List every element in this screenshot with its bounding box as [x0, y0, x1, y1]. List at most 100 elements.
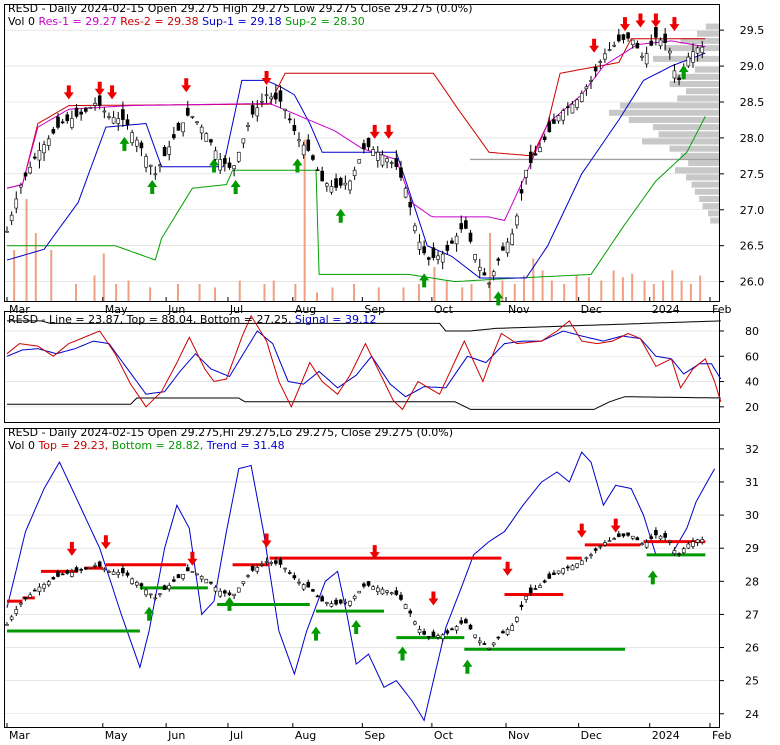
price-candle: [287, 118, 292, 121]
price-candle: [311, 155, 315, 160]
bands-candle: [362, 583, 366, 587]
sell-arrow: [589, 38, 600, 53]
sell-arrow: [650, 13, 661, 28]
bands-candle: [74, 567, 79, 572]
volume-profile-bar: [675, 73, 719, 80]
bands-candle: [329, 603, 334, 607]
bands-candle: [199, 576, 204, 580]
price-candle: [121, 109, 125, 120]
stock-chart: 29.5 29.0 28.5 28.0 27.5 27.0 26.5 26.0 Mar May J…: [4, 2, 765, 742]
price-candle: [301, 144, 306, 156]
trend-line-path: [6, 451, 716, 722]
price-candle: [97, 95, 102, 106]
price-candle: [297, 139, 301, 142]
bands-candle: [306, 581, 311, 588]
bands-candle: [528, 587, 533, 594]
bands-candle: [413, 621, 417, 625]
volume-bar: [353, 284, 356, 301]
sell-arrow: [94, 81, 105, 96]
price-candle: [88, 107, 93, 109]
bands-candle: [668, 541, 672, 543]
price-candle: [519, 189, 524, 194]
bands-candle: [681, 548, 686, 554]
bands-candle: [417, 629, 422, 634]
volume-bar: [513, 284, 516, 301]
price-candle: [593, 67, 598, 72]
price-candle: [329, 186, 334, 193]
price-candle: [46, 138, 51, 146]
rsi-y-tick-label: 60: [745, 350, 759, 363]
bands-candle: [338, 599, 343, 604]
bands-candle: [102, 568, 107, 571]
bands-candle: [23, 597, 28, 600]
price-candle: [250, 105, 255, 115]
price-candle: [232, 165, 236, 170]
price-candle: [496, 258, 501, 261]
price-candle: [561, 110, 566, 121]
volume-bar: [303, 139, 306, 301]
price-candle: [677, 77, 681, 81]
price-candle: [51, 129, 56, 134]
price-candle: [357, 159, 362, 164]
volume-profile-bar: [664, 45, 719, 52]
bands-candle: [371, 586, 375, 590]
price-candle: [366, 137, 371, 148]
bands-candle: [575, 563, 579, 568]
volume-bar: [563, 284, 566, 301]
price-candle: [65, 114, 70, 121]
price-candle: [603, 53, 607, 60]
bands-candle: [176, 574, 181, 579]
bands-candle: [561, 568, 566, 574]
bands-candle: [195, 573, 199, 576]
volume-bar: [621, 277, 624, 301]
bands-candle: [153, 597, 158, 600]
price-candle: [14, 198, 19, 209]
price-candle: [74, 107, 79, 117]
x-tick-label: Dec: [581, 729, 602, 742]
trend-line: [6, 451, 716, 722]
volume-bar: [550, 280, 553, 301]
volume-bar: [93, 275, 96, 301]
price-candle: [227, 162, 232, 168]
price-candle: [269, 96, 273, 100]
bands-candle: [454, 626, 459, 631]
bands-candle: [139, 583, 144, 587]
bands-candle: [389, 592, 394, 594]
price-y-tick-label: 27.0: [740, 204, 765, 217]
volume-profile-bar: [658, 131, 719, 138]
bands-candle: [403, 604, 408, 609]
price-candle: [413, 225, 417, 232]
price-candle: [445, 244, 450, 251]
volume-bar: [402, 287, 405, 301]
bands-candle: [617, 533, 621, 537]
legend-item: Bottom = 28.82,: [108, 439, 203, 452]
bands-y-tick-label: 29: [745, 542, 759, 555]
bands-candle: [88, 566, 93, 569]
bands-candle: [445, 630, 450, 634]
bands-candle: [14, 609, 19, 614]
price-candle: [575, 99, 579, 108]
price-candle: [459, 223, 464, 230]
price-candle: [473, 254, 477, 261]
buy-arrow: [647, 570, 658, 585]
bands-candle: [209, 581, 213, 584]
price-candle: [107, 116, 111, 118]
bands-candle: [357, 590, 362, 594]
price-candle: [468, 232, 473, 242]
price-candle: [654, 26, 658, 38]
price-candle: [385, 158, 389, 163]
volume-bar: [433, 267, 436, 301]
bands-candle: [301, 584, 306, 590]
x-tick-label: Oct: [434, 303, 454, 316]
volume-bar: [631, 273, 634, 301]
bands-candle: [42, 584, 46, 589]
price-candle: [552, 119, 556, 124]
sup-2-line: [7, 116, 706, 283]
bands-candle: [496, 636, 501, 639]
legend-item: Top = 88.04,: [123, 313, 196, 326]
price-y-tick-label: 26.0: [740, 276, 765, 289]
sell-arrow: [669, 17, 680, 32]
bands-candle: [250, 566, 255, 571]
volume-bar: [74, 284, 77, 301]
price-candle: [621, 34, 626, 40]
